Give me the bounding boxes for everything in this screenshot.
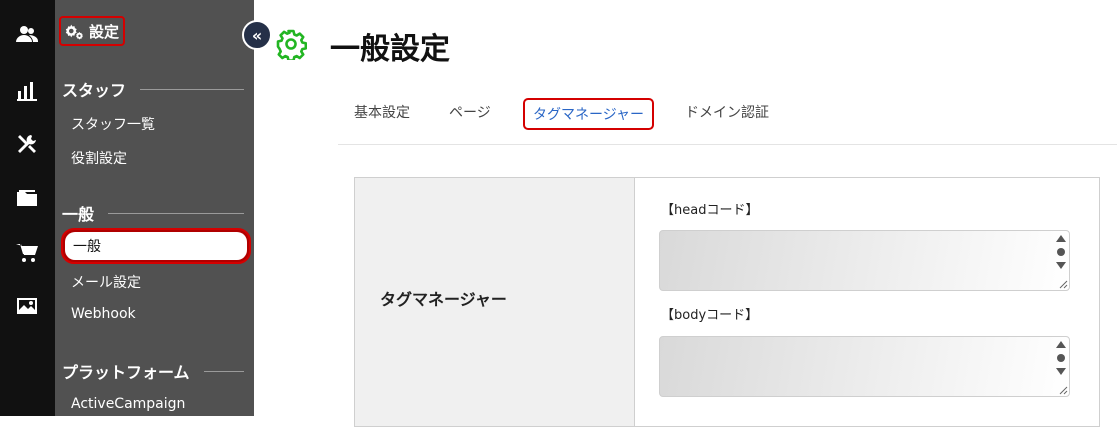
collapse-sidebar-button[interactable]: «	[242, 20, 272, 50]
body-code-field[interactable]	[659, 336, 1070, 397]
tag-manager-panel: タグマネージャー 【headコード】 【bodyコード】	[354, 177, 1100, 427]
tools-icon[interactable]	[13, 130, 41, 158]
users-icon[interactable]	[13, 20, 41, 48]
sidebar-item-webhook[interactable]: Webhook	[71, 306, 136, 322]
settings-sidebar: 設定 スタッフ スタッフ一覧 役割設定 一般 一般 メール設定 Webhook …	[55, 0, 254, 416]
icon-rail	[0, 0, 55, 416]
scroll-down-icon[interactable]	[1056, 368, 1066, 375]
panel-label-cell: タグマネージャー	[355, 178, 635, 426]
sidebar-item-roles[interactable]: 役割設定	[71, 148, 127, 168]
sidebar-title-label: 設定	[89, 22, 120, 41]
folder-icon[interactable]	[13, 184, 41, 212]
section-heading: スタッフ	[62, 81, 127, 100]
scroll-up-icon[interactable]	[1056, 235, 1066, 242]
head-code-field[interactable]	[659, 230, 1070, 291]
sidebar-item-mail-settings[interactable]: メール設定	[71, 272, 141, 292]
scroll-thumb[interactable]	[1057, 354, 1065, 362]
sidebar-item-label: 一般	[65, 232, 247, 260]
section-staff: スタッフ	[62, 77, 244, 101]
scroll-thumb[interactable]	[1057, 248, 1065, 256]
settings-tabs: 基本設定 ページ タグマネージャー ドメイン認証	[338, 96, 1117, 145]
gears-icon	[65, 24, 83, 40]
section-general: 一般	[62, 201, 244, 225]
section-platform: プラットフォーム	[62, 359, 244, 383]
tab-pages[interactable]: ページ	[449, 102, 491, 122]
cart-icon[interactable]	[13, 238, 41, 266]
chart-icon[interactable]	[13, 76, 41, 104]
gear-icon	[276, 29, 307, 60]
resize-handle-icon[interactable]	[1058, 385, 1068, 395]
body-code-label: 【bodyコード】	[661, 308, 759, 323]
scroll-up-icon[interactable]	[1056, 341, 1066, 348]
image-icon[interactable]	[13, 292, 41, 320]
sidebar-title: 設定	[59, 16, 126, 46]
tab-basic-settings[interactable]: 基本設定	[354, 102, 410, 122]
body-code-input[interactable]	[660, 337, 1069, 396]
tab-tag-manager[interactable]: タグマネージャー	[523, 98, 655, 130]
sidebar-item-staff-list[interactable]: スタッフ一覧	[71, 114, 155, 134]
section-heading: 一般	[62, 205, 95, 224]
scroll-down-icon[interactable]	[1056, 262, 1066, 269]
head-code-label: 【headコード】	[661, 203, 759, 218]
panel-label: タグマネージャー	[380, 290, 507, 309]
sidebar-item-activecampaign[interactable]: ActiveCampaign	[71, 396, 185, 412]
sidebar-item-general[interactable]: 一般	[61, 228, 251, 264]
resize-handle-icon[interactable]	[1058, 279, 1068, 289]
head-code-input[interactable]	[660, 231, 1069, 290]
page-title: 一般設定	[330, 32, 450, 67]
section-heading: プラットフォーム	[62, 363, 190, 382]
tab-domain-verification[interactable]: ドメイン認証	[685, 102, 769, 122]
